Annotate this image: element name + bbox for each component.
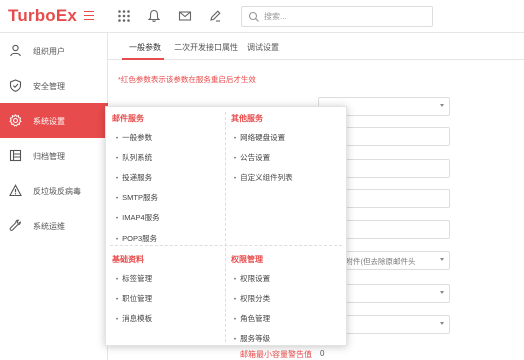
active-tab-indicator [122, 58, 164, 60]
chevron-down-icon [440, 104, 444, 107]
edit-icon[interactable] [208, 9, 222, 23]
sidebar: 组织用户 安全管理 系统设置 归档管理 反垃圾反病毒 系统运维 [0, 33, 108, 360]
menu-item-permission-settings[interactable]: 权限设置 [234, 273, 270, 284]
top-bar: TurboEx [0, 0, 524, 33]
menu-item-smtp-service[interactable]: SMTP服务 [116, 192, 158, 203]
sidebar-item-security[interactable]: 安全管理 [0, 68, 108, 103]
apps-grid-icon[interactable] [117, 9, 131, 23]
mail-icon[interactable] [178, 9, 192, 23]
menu-section-other-services: 其他服务 [231, 114, 263, 123]
menu-item-pop3-service[interactable]: POP3服务 [116, 233, 157, 244]
menu-item-custom-components[interactable]: 自定义组件列表 [234, 172, 293, 183]
menu-item-position-management[interactable]: 职位管理 [116, 293, 152, 304]
search-box[interactable] [241, 6, 433, 27]
tab-general-params[interactable]: 一般参数 [129, 42, 161, 53]
menu-item-general-params[interactable]: 一般参数 [116, 132, 152, 143]
sidebar-item-label: 组织用户 [33, 47, 65, 56]
app-logo[interactable]: TurboEx [8, 6, 77, 26]
wrench-icon [9, 219, 21, 231]
menu-item-role-management[interactable]: 角色管理 [234, 313, 270, 324]
menu-item-queue-system[interactable]: 队列系统 [116, 152, 152, 163]
sidebar-item-label: 系统运维 [33, 222, 65, 231]
chevron-down-icon [440, 322, 444, 325]
chevron-down-icon [440, 291, 444, 294]
chevron-down-icon [440, 258, 444, 261]
warning-icon [9, 184, 22, 197]
min-capacity-warning-value: 0 [320, 349, 325, 358]
menu-item-imap4-service[interactable]: IMAP4服务 [116, 212, 160, 223]
menu-item-message-templates[interactable]: 消息模板 [116, 313, 152, 324]
tab-dev-interface[interactable]: 二次开发接口属性 [174, 42, 238, 53]
menu-divider-horizontal [110, 245, 342, 246]
menu-divider-vertical [225, 112, 226, 342]
min-capacity-warning-label: 邮箱最小容量警告值 [240, 350, 312, 359]
menu-section-basic-data: 基础资料 [112, 255, 144, 264]
bell-icon[interactable] [147, 9, 161, 23]
search-input[interactable] [264, 9, 424, 24]
menu-item-permission-categories[interactable]: 权限分类 [234, 293, 270, 304]
sidebar-item-label: 系统设置 [33, 117, 65, 126]
sidebar-item-archive[interactable]: 归档管理 [0, 138, 108, 173]
sidebar-item-system-settings[interactable]: 系统设置 [0, 103, 108, 138]
sidebar-item-label: 归档管理 [33, 152, 65, 161]
menu-section-permissions: 权限管理 [231, 255, 263, 264]
user-icon [10, 44, 21, 57]
menu-item-delivery-service[interactable]: 投递服务 [116, 172, 152, 183]
restart-notice: *红色参数表示该参数在服务重启后才生效 [118, 75, 256, 84]
hamburger-menu-icon[interactable] [84, 11, 94, 20]
shield-icon [9, 79, 22, 92]
sidebar-item-antispam[interactable]: 反垃圾反病毒 [0, 173, 108, 208]
tab-bar: 一般参数 二次开发接口属性 调试设置 [108, 33, 524, 60]
gear-icon [9, 114, 22, 127]
sidebar-item-label: 安全管理 [33, 82, 65, 91]
menu-item-tag-management[interactable]: 标签管理 [116, 273, 152, 284]
search-icon [248, 11, 259, 22]
sidebar-item-operations[interactable]: 系统运维 [0, 208, 108, 243]
menu-item-service-level[interactable]: 服务等级 [234, 333, 270, 344]
sidebar-item-users[interactable]: 组织用户 [0, 33, 108, 68]
archive-icon [9, 149, 22, 162]
menu-item-announcement[interactable]: 公告设置 [234, 152, 270, 163]
sidebar-item-label: 反垃圾反病毒 [33, 187, 81, 196]
menu-item-network-disk[interactable]: 网络硬盘设置 [234, 132, 285, 143]
menu-section-mail-services: 邮件服务 [112, 114, 144, 123]
tab-debug-settings[interactable]: 调试设置 [247, 42, 279, 53]
